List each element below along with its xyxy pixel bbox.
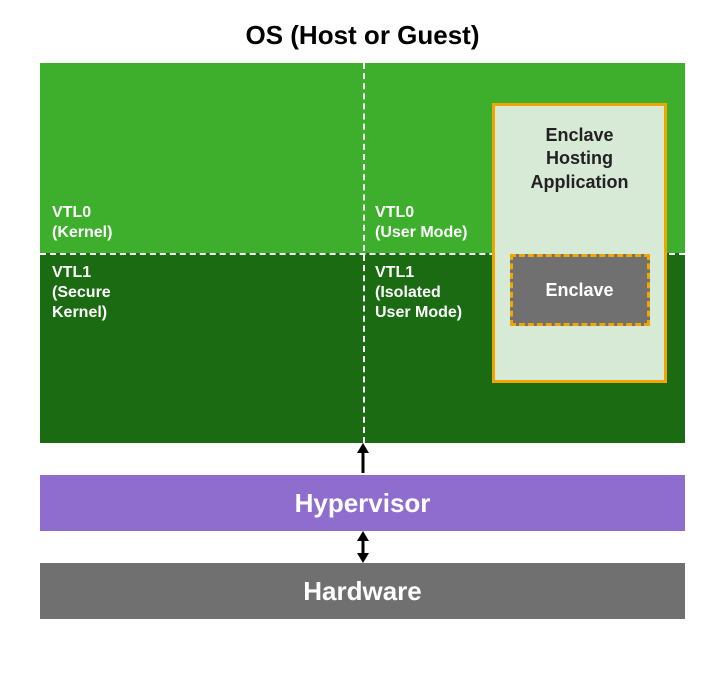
double-arrow-icon	[353, 531, 373, 563]
hardware-layer: Hardware	[40, 563, 685, 619]
enclave-label: Enclave	[545, 280, 613, 301]
vtl0-user-label: VTL0(User Mode)	[375, 203, 467, 243]
enclave-hosting-application-box: EnclaveHostingApplication Enclave	[492, 103, 667, 383]
vertical-divider	[363, 63, 365, 443]
hypervisor-hardware-arrow-container	[40, 531, 685, 563]
vtl1-secure-kernel-label: VTL1(SecureKernel)	[52, 263, 111, 323]
os-hypervisor-arrow-container	[40, 443, 685, 475]
hypervisor-layer: Hypervisor	[40, 475, 685, 531]
enclave-box: Enclave	[510, 254, 650, 326]
diagram-title: OS (Host or Guest)	[40, 20, 685, 51]
vtl1-isolated-user-label: VTL1(IsolatedUser Mode)	[375, 263, 462, 323]
enclave-app-label: EnclaveHostingApplication	[531, 124, 629, 194]
os-layer-box: VTL0(Kernel) VTL0(User Mode) VTL1(Secure…	[40, 63, 685, 443]
up-arrow-icon	[353, 443, 373, 475]
vtl0-kernel-label: VTL0(Kernel)	[52, 203, 112, 243]
